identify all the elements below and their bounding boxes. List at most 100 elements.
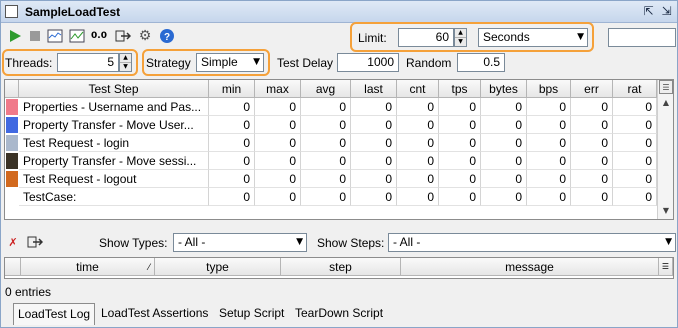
- series-color-swatch: [6, 189, 18, 205]
- help-icon[interactable]: ?: [159, 28, 175, 44]
- stats-col-bps[interactable]: bps: [527, 80, 571, 98]
- window-title: SampleLoadTest: [25, 5, 121, 19]
- reset-icon[interactable]: 0.0: [91, 28, 107, 44]
- stats-col-min[interactable]: min: [209, 80, 255, 98]
- threads-label: Threads:: [5, 56, 53, 70]
- stop-icon[interactable]: [27, 28, 43, 44]
- test-delay-input[interactable]: 1000: [337, 53, 399, 72]
- clear-log-icon[interactable]: ✗: [5, 234, 21, 250]
- limit-unit-select[interactable]: Seconds ▼: [478, 28, 588, 47]
- statistics-scrollbar[interactable]: ☰ ▲ ▼: [657, 80, 673, 219]
- stat-value: 0: [255, 188, 301, 206]
- table-row[interactable]: Test Request - login 0 0 0 0 0 0 0 0 0 0: [5, 134, 657, 152]
- log-col-type[interactable]: type: [155, 258, 281, 276]
- column-picker-icon[interactable]: ☰: [659, 80, 673, 94]
- stat-value: 0: [571, 98, 613, 116]
- tab-loadtest-log[interactable]: LoadTest Log: [13, 303, 96, 325]
- table-row[interactable]: Properties - Username and Pas... 0 0 0 0 0 0 0 0…: [5, 98, 657, 116]
- step-name: Property Transfer - Move User...: [19, 116, 209, 134]
- step-name: TestCase:: [19, 188, 209, 206]
- tab-teardown-script[interactable]: TearDown Script: [291, 303, 387, 325]
- show-steps-select[interactable]: - All - ▼: [388, 233, 676, 252]
- step-name: Property Transfer - Move sessi...: [19, 152, 209, 170]
- chart-icon[interactable]: [47, 28, 63, 44]
- stat-value: 0: [481, 188, 527, 206]
- close-panel-icon[interactable]: ⇲: [659, 4, 674, 19]
- options-icon[interactable]: ⚙: [137, 28, 153, 44]
- run-icon[interactable]: [7, 28, 23, 44]
- stat-value: 0: [301, 152, 351, 170]
- table-row[interactable]: Property Transfer - Move User... 0 0 0 0 0 0 0 0…: [5, 116, 657, 134]
- stats-col-max[interactable]: max: [255, 80, 301, 98]
- export-icon[interactable]: [115, 28, 131, 44]
- stat-value: 0: [301, 98, 351, 116]
- log-col-time-label: time: [76, 260, 99, 274]
- random-input[interactable]: 0.5: [457, 53, 505, 72]
- sort-icon: ⁄: [148, 262, 150, 272]
- scroll-down-icon[interactable]: ▼: [659, 204, 673, 218]
- stat-value: 0: [481, 98, 527, 116]
- stats-col-marker[interactable]: [5, 80, 19, 98]
- series-color-swatch: [6, 117, 18, 133]
- stats-col-err[interactable]: err: [571, 80, 613, 98]
- table-row[interactable]: Property Transfer - Move sessi... 0 0 0 0 0 0 0…: [5, 152, 657, 170]
- stat-value: 0: [571, 152, 613, 170]
- stat-value: 0: [613, 170, 657, 188]
- show-steps-label: Show Steps:: [317, 236, 385, 250]
- show-types-label: Show Types:: [99, 236, 168, 250]
- chevron-down-icon: ▼: [253, 57, 260, 67]
- table-row[interactable]: TestCase: 0 0 0 0 0 0 0 0 0 0: [5, 188, 657, 206]
- log-col-time[interactable]: time ⁄: [21, 258, 155, 276]
- step-name: Test Request - login: [19, 134, 209, 152]
- log-col-message[interactable]: message: [401, 258, 659, 276]
- stat-value: 0: [351, 152, 397, 170]
- log-entry-count: 0 entries: [5, 285, 52, 299]
- stat-value: 0: [255, 98, 301, 116]
- limit-input[interactable]: 60: [398, 28, 454, 47]
- step-name: Properties - Username and Pas...: [19, 98, 209, 116]
- strategy-label: Strategy: [146, 56, 191, 70]
- stat-value: 0: [255, 134, 301, 152]
- detach-icon[interactable]: ⇱: [641, 4, 656, 19]
- stat-value: 0: [527, 170, 571, 188]
- limit-spinner[interactable]: ▲ ▼: [454, 28, 467, 47]
- stats-col-last[interactable]: last: [351, 80, 397, 98]
- stat-value: 0: [439, 98, 481, 116]
- series-color-swatch: [6, 171, 18, 187]
- stats-col-test-step[interactable]: Test Step: [19, 80, 209, 98]
- stat-value: 0: [397, 134, 439, 152]
- table-row[interactable]: Test Request - logout 0 0 0 0 0 0 0 0 0 0: [5, 170, 657, 188]
- export-log-icon[interactable]: [27, 234, 43, 250]
- stat-value: 0: [571, 134, 613, 152]
- threads-input[interactable]: 5: [57, 53, 119, 72]
- chevron-down-icon: ▼: [665, 237, 672, 247]
- stat-value: 0: [255, 170, 301, 188]
- statistics-icon[interactable]: [69, 28, 85, 44]
- stat-value: 0: [209, 134, 255, 152]
- show-types-select[interactable]: - All - ▼: [173, 233, 307, 252]
- threads-spinner[interactable]: ▲ ▼: [119, 53, 132, 72]
- stats-col-rat[interactable]: rat: [613, 80, 657, 98]
- column-picker-icon[interactable]: ☰: [659, 258, 673, 276]
- stats-col-tps[interactable]: tps: [439, 80, 481, 98]
- stats-col-cnt[interactable]: cnt: [397, 80, 439, 98]
- tab-setup-script[interactable]: Setup Script: [215, 303, 288, 325]
- stat-value: 0: [613, 98, 657, 116]
- stat-value: 0: [527, 134, 571, 152]
- stat-value: 0: [301, 188, 351, 206]
- scroll-up-icon[interactable]: ▲: [659, 96, 673, 110]
- stat-value: 0: [613, 134, 657, 152]
- stat-value: 0: [301, 170, 351, 188]
- log-col-step[interactable]: step: [281, 258, 401, 276]
- strategy-select[interactable]: Simple ▼: [196, 53, 264, 72]
- chevron-down-icon: ▼: [296, 237, 303, 247]
- stats-col-bytes[interactable]: bytes: [481, 80, 527, 98]
- random-label: Random: [406, 56, 452, 70]
- stat-value: 0: [571, 188, 613, 206]
- stats-col-avg[interactable]: avg: [301, 80, 351, 98]
- stat-value: 0: [481, 152, 527, 170]
- tab-loadtest-assertions[interactable]: LoadTest Assertions: [97, 303, 212, 325]
- stat-value: 0: [481, 134, 527, 152]
- stat-value: 0: [439, 170, 481, 188]
- stat-value: 0: [351, 98, 397, 116]
